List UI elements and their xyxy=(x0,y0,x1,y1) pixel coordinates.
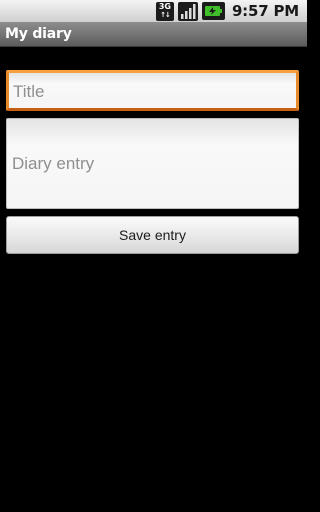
title-placeholder: Title xyxy=(13,82,45,101)
entry-placeholder: Diary entry xyxy=(12,154,95,173)
title-bar: My diary xyxy=(0,22,307,47)
app-title: My diary xyxy=(5,26,72,42)
data-arrows-icon: ↑↓ xyxy=(160,10,171,19)
save-entry-button[interactable]: Save entry xyxy=(6,216,299,254)
status-icons: 3G ↑↓ 9:57 PM xyxy=(155,1,299,21)
network-3g-icon: 3G ↑↓ xyxy=(155,1,174,21)
battery-charging-icon xyxy=(201,2,225,20)
signal-strength-icon xyxy=(177,1,198,21)
screen: 3G ↑↓ 9:57 PM My diary Title Diary entry… xyxy=(0,0,307,512)
clock: 9:57 PM xyxy=(231,2,299,20)
title-input[interactable]: Title xyxy=(6,70,299,111)
network-type-label: 3G xyxy=(158,1,171,11)
diary-entry-input[interactable]: Diary entry xyxy=(6,118,299,209)
status-bar: 3G ↑↓ 9:57 PM xyxy=(0,0,307,22)
